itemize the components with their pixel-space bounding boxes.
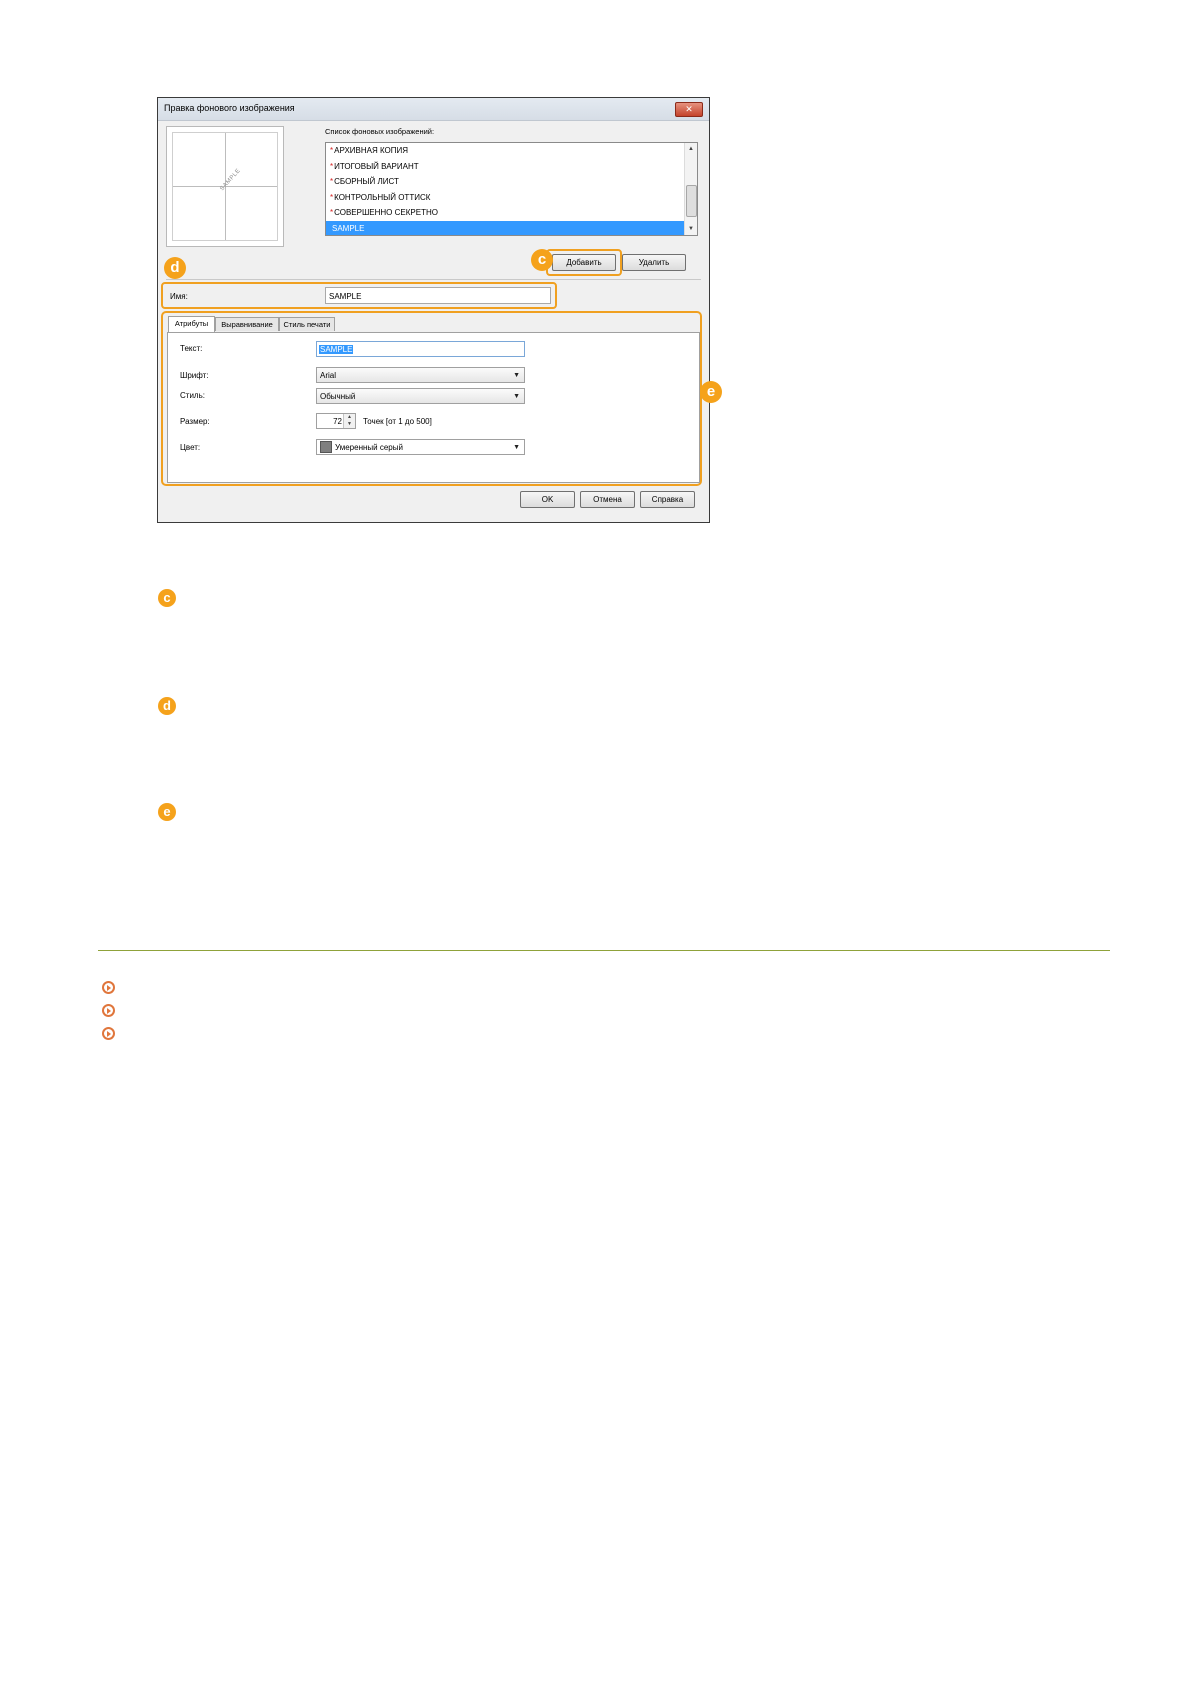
chevron-down-icon: ▼ [513, 372, 520, 379]
chevron-down-icon: ▼ [513, 444, 520, 451]
scroll-up-icon[interactable]: ▲ [685, 143, 697, 155]
separator [166, 279, 701, 280]
background-list-item[interactable]: *КОНТРОЛЬНЫЙ ОТТИСК [326, 190, 697, 206]
background-list-item-label: ИТОГОВЫЙ ВАРИАНТ [334, 161, 419, 171]
builtin-marker-icon: * [330, 208, 334, 217]
section-divider [98, 950, 1110, 951]
circled-arrow-icon [102, 1027, 115, 1040]
circled-arrow-icon [102, 1004, 115, 1017]
scroll-thumb[interactable] [686, 185, 697, 217]
background-list-item[interactable]: SAMPLE [326, 220, 697, 235]
style-label: Стиль: [180, 391, 205, 400]
text-input-value: SAMPLE [319, 345, 354, 354]
legend-badge-d: d [158, 697, 176, 715]
background-list-item-label: СБОРНЫЙ ЛИСТ [334, 177, 399, 186]
help-button[interactable]: Справка [640, 491, 695, 508]
color-label: Цвет: [180, 443, 201, 452]
style-select[interactable]: Обычный ▼ [316, 388, 525, 404]
preview-watermark-text: SAMPLE [219, 167, 243, 193]
color-select-value: Умеренный серый [335, 443, 403, 452]
name-label: Имя: [170, 292, 188, 301]
style-select-value: Обычный [320, 392, 356, 401]
font-select-value: Arial [320, 371, 337, 380]
attributes-panel: Текст: SAMPLE Шрифт: Arial ▼ Стиль: Обыч… [167, 332, 700, 483]
close-icon[interactable]: ✕ [675, 102, 703, 117]
background-list-item-label: SAMPLE [332, 223, 365, 233]
background-list-item[interactable]: *СБОРНЫЙ ЛИСТ [326, 174, 697, 190]
dialog-title: Правка фонового изображения [164, 103, 295, 113]
callout-badge-c: c [531, 249, 553, 271]
legend-badge-c: c [158, 589, 176, 607]
delete-button[interactable]: Удалить [622, 254, 686, 271]
edit-background-image-dialog: Правка фонового изображения ✕ SAMPLE Спи… [157, 97, 710, 523]
tab-print-style[interactable]: Стиль печати [279, 317, 335, 331]
dialog-titlebar: Правка фонового изображения ✕ [158, 98, 709, 121]
text-input[interactable]: SAMPLE [316, 341, 525, 357]
background-list-item[interactable]: *СОВЕРШЕННО СЕКРЕТНО [326, 205, 697, 221]
callout-badge-d: d [164, 257, 186, 279]
size-value: 72 [333, 417, 342, 426]
chevron-down-icon: ▼ [513, 393, 520, 400]
font-label: Шрифт: [180, 371, 209, 380]
size-spinner[interactable]: 72 ▲ ▼ [316, 413, 356, 429]
add-button[interactable]: Добавить [552, 254, 616, 271]
list-scrollbar[interactable]: ▲ ▼ [684, 143, 697, 235]
size-unit-label: Точек [от 1 до 500] [363, 417, 432, 426]
background-list-item-label: СОВЕРШЕННО СЕКРЕТНО [334, 208, 438, 217]
builtin-marker-icon: * [330, 146, 334, 155]
builtin-marker-icon: * [330, 177, 334, 186]
background-list-item-label: АРХИВНАЯ КОПИЯ [334, 146, 409, 155]
tab-alignment[interactable]: Выравнивание [215, 317, 279, 331]
preview-pane: SAMPLE [166, 126, 284, 247]
builtin-marker-icon: * [330, 192, 334, 202]
background-list-item[interactable]: *ИТОГОВЫЙ ВАРИАНТ [326, 159, 697, 175]
name-field[interactable]: SAMPLE [325, 287, 551, 304]
cancel-button[interactable]: Отмена [580, 491, 635, 508]
spinner-arrows-icon[interactable]: ▲ ▼ [343, 414, 355, 428]
builtin-marker-icon: * [330, 161, 334, 171]
tab-attributes[interactable]: Атрибуты [168, 316, 215, 332]
circled-arrow-icon [102, 981, 115, 994]
callout-badge-e: e [700, 381, 722, 403]
background-list-item[interactable]: *АРХИВНАЯ КОПИЯ [326, 143, 697, 159]
size-label: Размер: [180, 417, 210, 426]
color-swatch [320, 440, 332, 453]
background-list-label: Список фоновых изображений: [325, 127, 435, 136]
preview-page: SAMPLE [172, 132, 278, 241]
font-select[interactable]: Arial ▼ [316, 367, 525, 383]
color-select[interactable]: Умеренный серый ▼ [316, 439, 525, 455]
text-label: Текст: [180, 344, 203, 353]
ok-button[interactable]: OK [520, 491, 575, 508]
background-list-item-label: КОНТРОЛЬНЫЙ ОТТИСК [334, 192, 431, 202]
background-image-list[interactable]: *АРХИВНАЯ КОПИЯ *ИТОГОВЫЙ ВАРИАНТ *СБОРНЫЙ… [325, 142, 698, 236]
legend-badge-e: e [158, 803, 176, 821]
scroll-down-icon[interactable]: ▼ [685, 223, 697, 235]
